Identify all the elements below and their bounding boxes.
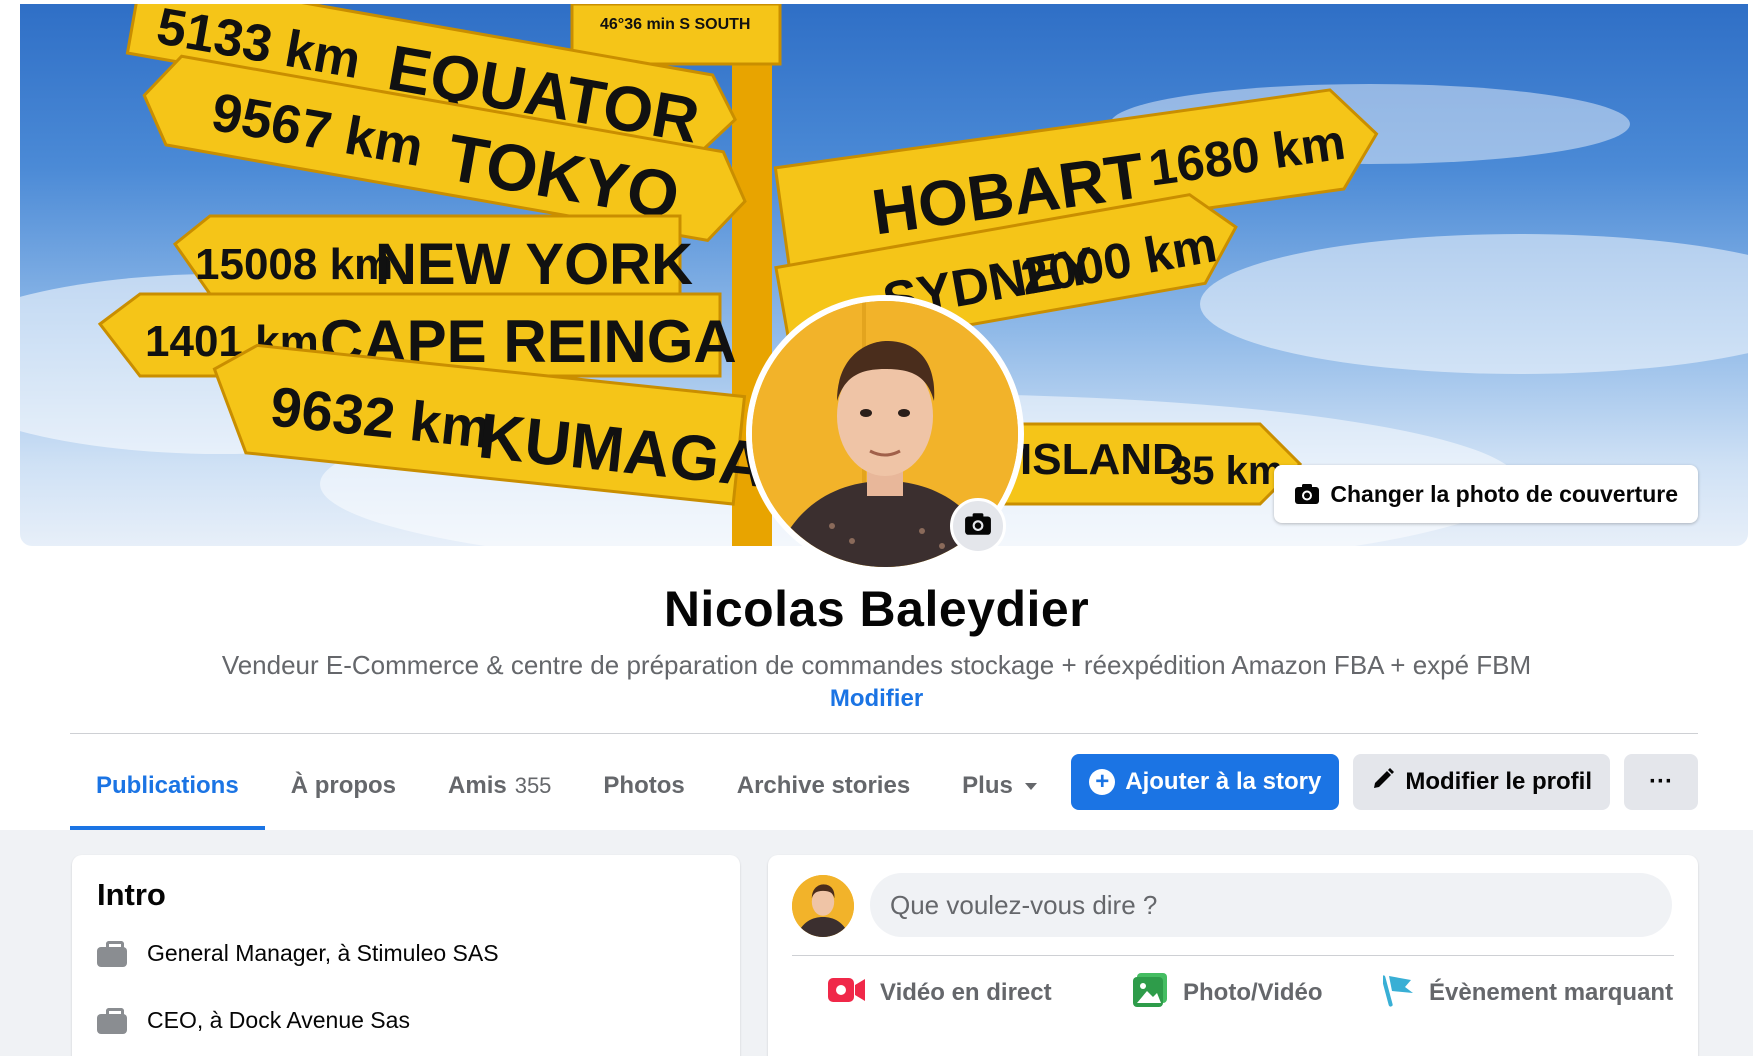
photo-video-button[interactable]: Photo/Vidéo xyxy=(1133,968,1323,1018)
intro-item-work: General Manager, à Stimuleo SAS xyxy=(97,940,499,967)
post-input[interactable]: Que voulez-vous dire ? xyxy=(870,873,1672,937)
profile-bio: Vendeur E-Commerce & centre de préparati… xyxy=(221,650,1532,680)
add-to-story-button[interactable]: + Ajouter à la story xyxy=(1071,754,1340,810)
more-dots-icon: ··· xyxy=(1649,768,1673,795)
profile-content-area: Intro General Manager, à Stimuleo SAS CE… xyxy=(0,830,1753,1056)
intro-item-work: CEO, à Dock Avenue Sas xyxy=(97,1007,410,1034)
tab-more[interactable]: Plus xyxy=(936,742,1063,830)
live-video-button[interactable]: Vidéo en direct xyxy=(828,968,1052,1018)
profile-tabs: Publications À propos Amis 355 Photos Arc… xyxy=(70,742,1063,830)
tab-about[interactable]: À propos xyxy=(265,742,422,830)
sign-newyork: 15008 km NEW YORK xyxy=(172,214,693,297)
sign-island: ISLAND 35 km xyxy=(978,422,1303,506)
more-options-button[interactable]: ··· xyxy=(1624,754,1698,810)
profile-actions: + Ajouter à la story Modifier le profil … xyxy=(1071,754,1698,810)
svg-text:15008 km: 15008 km xyxy=(195,240,393,289)
tab-friends[interactable]: Amis 355 xyxy=(422,742,577,830)
briefcase-icon xyxy=(97,1007,127,1034)
divider xyxy=(70,733,1698,734)
svg-text:NEW YORK: NEW YORK xyxy=(375,232,693,297)
divider xyxy=(792,955,1674,956)
post-composer: Que voulez-vous dire ? Vidéo en direct P… xyxy=(768,855,1698,1056)
edit-bio-link[interactable]: Modifier xyxy=(0,685,1753,713)
plus-icon: + xyxy=(1089,769,1116,795)
photo-video-icon xyxy=(1133,972,1169,1014)
sign-top-text: 46°36 min S SOUTH xyxy=(600,16,750,33)
update-profile-picture-button[interactable] xyxy=(950,498,1006,554)
intro-title: Intro xyxy=(97,877,166,912)
tab-photos[interactable]: Photos xyxy=(577,742,710,830)
tab-publications[interactable]: Publications xyxy=(70,742,265,830)
camera-icon xyxy=(1294,483,1320,505)
pencil-icon xyxy=(1371,767,1395,798)
live-video-icon xyxy=(828,976,866,1011)
friends-count: 355 xyxy=(514,773,552,798)
svg-text:ISLAND: ISLAND xyxy=(1020,435,1184,484)
change-cover-button[interactable]: Changer la photo de couverture xyxy=(1274,465,1698,523)
profile-name: Nicolas Baleydier xyxy=(663,581,1090,637)
camera-icon xyxy=(964,512,992,541)
life-event-button[interactable]: Évènement marquant xyxy=(1381,968,1673,1018)
caret-down-icon xyxy=(1024,782,1037,790)
intro-card: Intro General Manager, à Stimuleo SAS CE… xyxy=(72,855,740,1056)
edit-profile-button[interactable]: Modifier le profil xyxy=(1353,754,1610,810)
tab-archive-stories[interactable]: Archive stories xyxy=(711,742,936,830)
change-cover-label: Changer la photo de couverture xyxy=(1330,480,1678,507)
svg-text:35 km: 35 km xyxy=(1170,449,1283,493)
briefcase-icon xyxy=(97,940,127,967)
profile-page: 46°36 min S SOUTH 5133 km EQUATOR 9567 k… xyxy=(0,0,1753,1056)
flag-icon xyxy=(1381,973,1415,1014)
avatar[interactable] xyxy=(792,875,854,937)
